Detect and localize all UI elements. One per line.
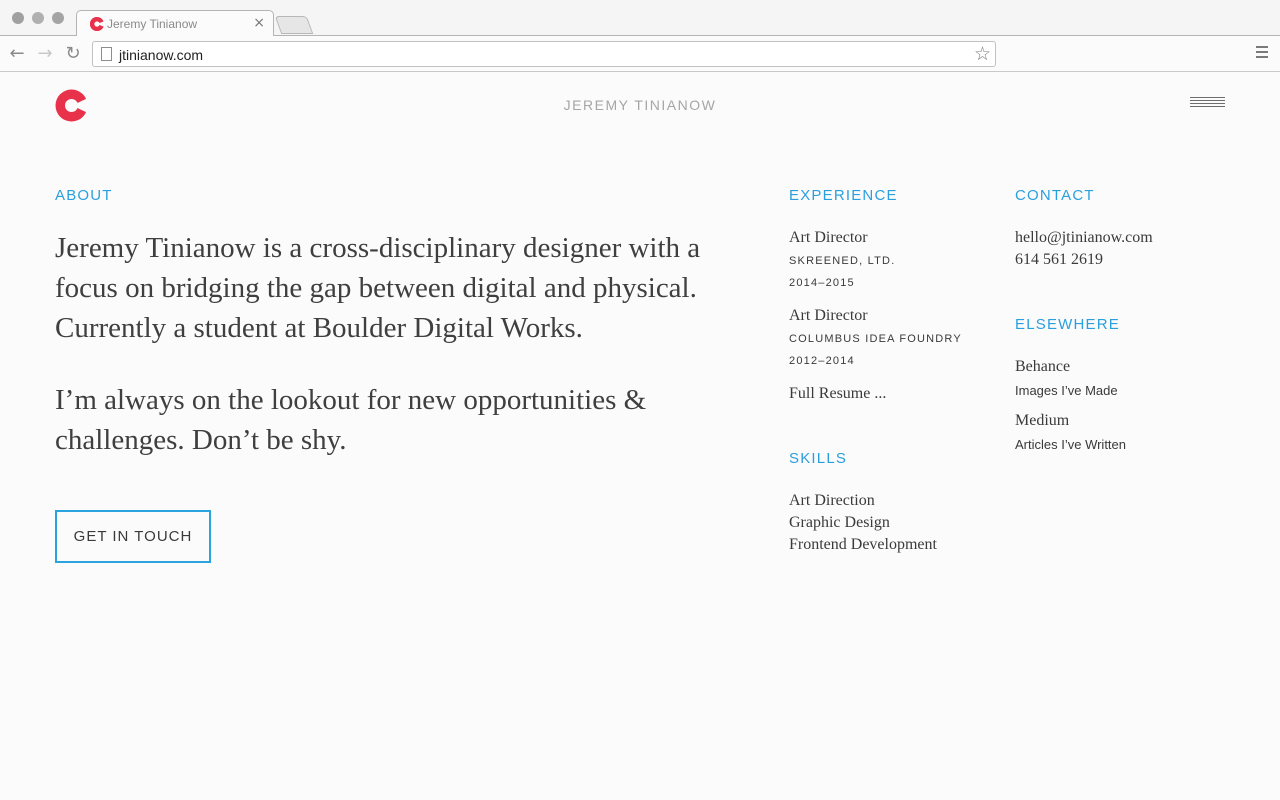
zoom-window-button[interactable]: [52, 12, 64, 24]
skill-item: Graphic Design: [789, 514, 890, 531]
experience-heading: EXPERIENCE: [789, 187, 898, 204]
about-body: Jeremy Tinianow is a cross-disciplinary …: [55, 228, 755, 460]
browser-tab[interactable]: Jeremy Tinianow ×: [76, 10, 274, 37]
about-paragraph-2: I’m always on the lookout for new opport…: [55, 384, 647, 456]
bookmark-star-icon[interactable]: ☆: [974, 43, 991, 65]
browser-tabstrip: Jeremy Tinianow ×: [0, 0, 1280, 37]
skills-heading: SKILLS: [789, 450, 848, 467]
job-company: COLUMBUS IDEA FOUNDRY: [789, 333, 962, 345]
favicon-icon: [89, 16, 105, 32]
behance-link[interactable]: Behance: [1015, 358, 1070, 376]
back-arrow-icon[interactable]: ←: [6, 43, 28, 65]
full-resume-link[interactable]: Full Resume ...: [789, 385, 886, 403]
browser-menu-icon[interactable]: [1256, 46, 1268, 60]
site-title[interactable]: JEREMY TINIANOW: [0, 97, 1280, 113]
get-in-touch-button[interactable]: GET IN TOUCH: [55, 510, 211, 563]
job-years: 2012–2014: [789, 355, 855, 367]
skill-item: Art Direction: [789, 492, 875, 509]
email-link[interactable]: hello@jtinianow.com: [1015, 229, 1153, 247]
elsewhere-heading: ELSEWHERE: [1015, 316, 1120, 333]
hamburger-menu-icon[interactable]: [1190, 97, 1225, 107]
job-company: SKREENED, LTD.: [789, 255, 896, 267]
new-tab-button[interactable]: [274, 16, 314, 34]
close-window-button[interactable]: [12, 12, 24, 24]
about-heading: ABOUT: [55, 187, 113, 204]
url-text[interactable]: jtinianow.com: [119, 47, 203, 63]
contact-heading: CONTACT: [1015, 187, 1095, 204]
tab-close-icon[interactable]: ×: [253, 15, 265, 31]
job-years: 2014–2015: [789, 277, 855, 289]
behance-caption: Images I’ve Made: [1015, 383, 1118, 398]
reload-icon[interactable]: ↻: [62, 43, 84, 65]
medium-caption: Articles I’ve Written: [1015, 437, 1127, 452]
job-title: Art Director: [789, 307, 868, 324]
job-title: Art Director: [789, 229, 868, 246]
browser-toolbar: ← → ↻ jtinianow.com ☆: [0, 36, 1280, 72]
minimize-window-button[interactable]: [32, 12, 44, 24]
tab-title: Jeremy Tinianow: [107, 17, 198, 31]
medium-link[interactable]: Medium: [1015, 412, 1069, 430]
address-bar[interactable]: jtinianow.com ☆: [92, 41, 996, 67]
forward-arrow-icon[interactable]: →: [34, 43, 56, 65]
phone-link[interactable]: 614 561 2619: [1015, 251, 1103, 269]
skill-item: Frontend Development: [789, 536, 937, 553]
page-icon: [101, 47, 112, 61]
about-paragraph-1: Jeremy Tinianow is a cross-disciplinary …: [55, 232, 701, 344]
